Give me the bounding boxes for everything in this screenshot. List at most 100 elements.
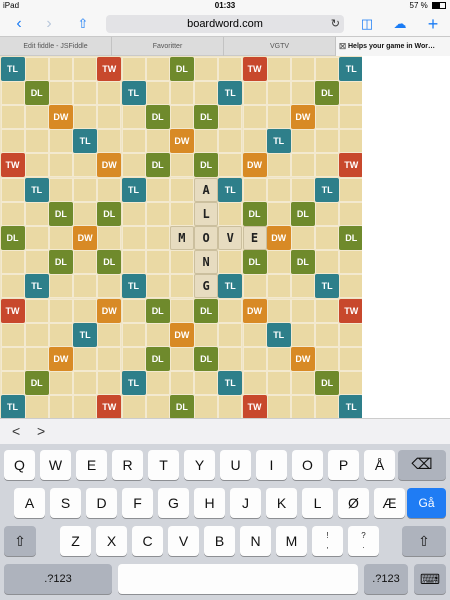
board-square[interactable] (73, 153, 98, 178)
key[interactable]: I (256, 450, 287, 480)
key[interactable]: Z (60, 526, 91, 556)
premium-square[interactable]: DL (315, 371, 340, 396)
premium-square[interactable]: DL (315, 80, 340, 105)
premium-square[interactable]: DL (194, 298, 219, 323)
next-field-icon[interactable]: > (37, 423, 45, 439)
board-square[interactable] (194, 129, 219, 154)
board-square[interactable] (266, 371, 291, 396)
board-square[interactable] (97, 346, 122, 371)
premium-square[interactable]: DL (290, 250, 315, 275)
board-square[interactable] (24, 56, 49, 81)
board-square[interactable] (73, 80, 98, 105)
premium-square[interactable]: TL (266, 129, 291, 154)
board-square[interactable] (0, 201, 25, 226)
key[interactable]: K (266, 488, 297, 518)
letter-tile[interactable]: O (194, 225, 219, 250)
key[interactable]: J (230, 488, 261, 518)
premium-square[interactable]: TL (315, 274, 340, 299)
key[interactable]: C (132, 526, 163, 556)
key[interactable]: O (292, 450, 323, 480)
premium-square[interactable]: DW (97, 153, 122, 178)
premium-square[interactable]: TL (266, 322, 291, 347)
shift-right-key[interactable]: ⇧ (402, 526, 446, 556)
board-square[interactable] (194, 395, 219, 420)
board-square[interactable] (24, 153, 49, 178)
board-square[interactable] (266, 177, 291, 202)
share-icon[interactable]: ⇧ (72, 14, 94, 34)
board-square[interactable] (97, 225, 122, 250)
board-square[interactable] (315, 104, 340, 129)
board-square[interactable] (290, 322, 315, 347)
board-square[interactable] (121, 225, 146, 250)
board-square[interactable] (194, 371, 219, 396)
key[interactable]: S (50, 488, 81, 518)
premium-square[interactable]: DL (242, 201, 267, 226)
key[interactable]: D (86, 488, 117, 518)
board-square[interactable] (121, 322, 146, 347)
premium-square[interactable]: DL (242, 250, 267, 275)
premium-square[interactable]: TW (0, 298, 25, 323)
key[interactable]: M (276, 526, 307, 556)
premium-square[interactable]: DL (339, 225, 364, 250)
board-square[interactable] (24, 201, 49, 226)
board-square[interactable] (169, 80, 194, 105)
key[interactable]: H (194, 488, 225, 518)
board-square[interactable] (218, 104, 243, 129)
board-square[interactable] (169, 371, 194, 396)
backspace-key[interactable]: ⌫ (398, 450, 446, 480)
premium-square[interactable]: DL (290, 201, 315, 226)
board-square[interactable] (266, 298, 291, 323)
punctuation-key[interactable]: !, (312, 526, 343, 556)
board-square[interactable] (290, 129, 315, 154)
board-square[interactable] (266, 153, 291, 178)
board-square[interactable] (121, 250, 146, 275)
board-square[interactable] (121, 395, 146, 420)
premium-square[interactable]: TL (73, 322, 98, 347)
board-square[interactable] (97, 274, 122, 299)
key[interactable]: G (158, 488, 189, 518)
board-square[interactable] (315, 346, 340, 371)
key[interactable]: F (122, 488, 153, 518)
board-square[interactable] (266, 395, 291, 420)
board-square[interactable] (24, 395, 49, 420)
board-square[interactable] (290, 80, 315, 105)
board-square[interactable] (0, 80, 25, 105)
key[interactable]: N (240, 526, 271, 556)
premium-square[interactable]: DL (169, 395, 194, 420)
board-square[interactable] (73, 104, 98, 129)
letter-tile[interactable]: V (218, 225, 243, 250)
board-square[interactable] (169, 201, 194, 226)
bookmarks-icon[interactable]: ◫ (356, 14, 378, 34)
premium-square[interactable]: DW (242, 153, 267, 178)
premium-square[interactable]: TL (218, 80, 243, 105)
board-square[interactable] (73, 274, 98, 299)
board-square[interactable] (169, 346, 194, 371)
board-square[interactable] (145, 250, 170, 275)
board-square[interactable] (145, 129, 170, 154)
premium-square[interactable]: DW (242, 298, 267, 323)
premium-square[interactable]: DL (194, 104, 219, 129)
reload-icon[interactable]: ↻ (331, 15, 340, 33)
board-square[interactable] (48, 298, 73, 323)
board-square[interactable] (339, 274, 364, 299)
board-square[interactable] (242, 322, 267, 347)
key[interactable]: Å (364, 450, 395, 480)
board-square[interactable] (48, 153, 73, 178)
key[interactable]: U (220, 450, 251, 480)
numbers-key-left[interactable]: .?123 (4, 564, 112, 594)
board-square[interactable] (24, 250, 49, 275)
hide-keyboard-icon[interactable]: ⌨ (414, 564, 446, 594)
board-square[interactable] (242, 80, 267, 105)
board-square[interactable] (48, 80, 73, 105)
premium-square[interactable]: TL (121, 371, 146, 396)
board-square[interactable] (266, 201, 291, 226)
board-square[interactable] (24, 129, 49, 154)
premium-square[interactable]: TL (24, 177, 49, 202)
premium-square[interactable]: TL (73, 129, 98, 154)
premium-square[interactable]: DW (169, 129, 194, 154)
premium-square[interactable]: TW (339, 153, 364, 178)
premium-square[interactable]: DW (48, 104, 73, 129)
key[interactable]: W (40, 450, 71, 480)
board-square[interactable] (97, 104, 122, 129)
board-square[interactable] (97, 322, 122, 347)
